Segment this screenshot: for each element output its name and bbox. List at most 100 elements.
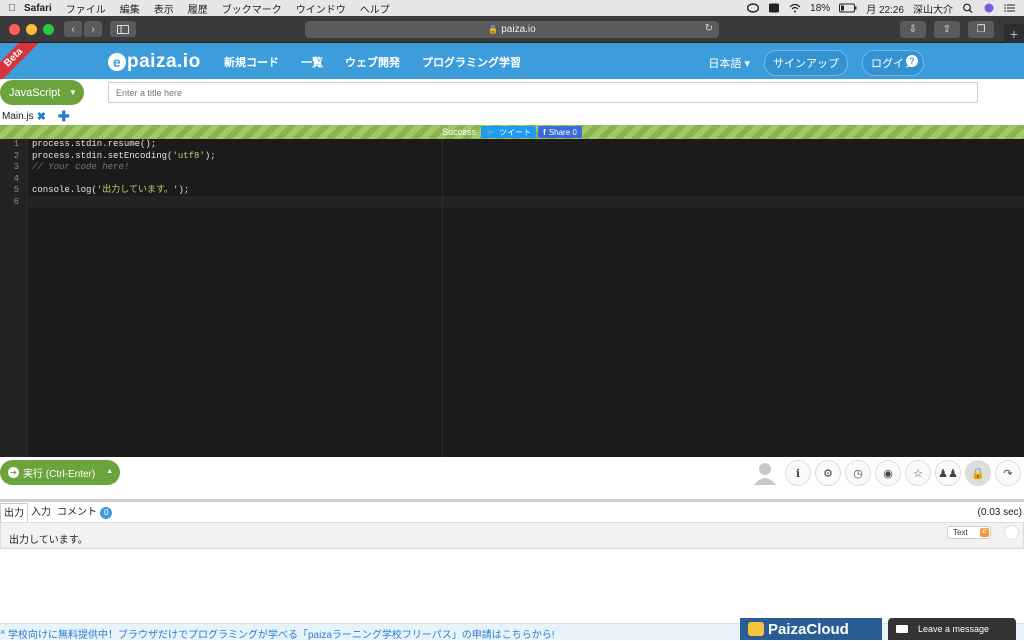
nav-list[interactable]: 一覧	[301, 54, 323, 70]
signup-button[interactable]: サインアップ	[764, 50, 848, 76]
new-tab-button[interactable]: +	[1004, 24, 1024, 44]
panel-divider[interactable]	[0, 499, 1024, 502]
caret-down-icon: ▾	[744, 58, 750, 70]
nav-web-dev[interactable]: ウェブ開発	[345, 54, 400, 70]
nav-new-code[interactable]: 新規コード	[224, 54, 279, 70]
line-number: 6	[13, 196, 19, 207]
favorite-star-icon[interactable]: ☆	[905, 460, 931, 486]
code-text: console.log(	[32, 185, 97, 195]
facebook-share-button[interactable]: f Share 0	[538, 126, 582, 138]
tab-output[interactable]: 出力	[0, 503, 28, 522]
code-string: 'utf8'	[172, 150, 205, 161]
forward-button[interactable]: ›	[84, 21, 102, 37]
code-line: process.stdin.resume();	[32, 139, 157, 149]
nav-learning[interactable]: プログラミング学習	[422, 54, 521, 70]
language-selector[interactable]: 日本語 ▾	[708, 55, 750, 71]
envelope-icon	[896, 625, 908, 633]
tab-comments[interactable]: コメント 0	[54, 503, 115, 522]
back-button[interactable]: ‹	[64, 21, 82, 37]
logo-text: paiza.io	[127, 51, 201, 72]
browser-toolbar: ‹ › 🔒 paiza.io ↻ ⇩ ⇧ ❐ +	[0, 16, 1024, 44]
menubar-user[interactable]: 深山大介	[913, 1, 953, 16]
menu-file[interactable]: ファイル	[66, 1, 106, 16]
play-icon: ➜	[8, 467, 19, 478]
output-format-select[interactable]: Text ⇵	[947, 526, 991, 539]
promo-link[interactable]: 学校向けに無料提供中！ブラウザだけでプログラミングが学べる「paizaラーニング…	[8, 626, 555, 641]
sidebar-toggle-button[interactable]	[110, 21, 136, 37]
paizacloud-banner[interactable]: PaizaCloud	[740, 618, 882, 640]
siri-icon[interactable]	[983, 3, 995, 13]
macos-menubar:  Safari ファイル 編集 表示 履歴 ブックマーク ウインドウ ヘルプ …	[0, 0, 1024, 16]
tweet-button[interactable]: 🐦 ツイート	[481, 126, 537, 138]
add-file-icon[interactable]: ✚	[58, 108, 70, 125]
close-window-button[interactable]	[9, 23, 20, 35]
leave-message-button[interactable]: Leave a message	[888, 618, 1016, 640]
code-text: );	[204, 150, 216, 161]
caret-up-icon[interactable]: ▲	[106, 468, 113, 475]
history-clock-icon[interactable]: ◷	[845, 460, 871, 486]
lock-icon[interactable]: 🔒	[965, 460, 991, 486]
line-number: 3	[13, 162, 19, 172]
downloads-button[interactable]: ⇩	[900, 21, 926, 38]
github-icon[interactable]: ◉	[875, 460, 901, 486]
collaborators-icon[interactable]: ♟♟	[935, 460, 961, 486]
line-number: 4	[13, 173, 19, 184]
tab-overview-button[interactable]: ❐	[968, 21, 994, 38]
creative-cloud-icon[interactable]	[747, 3, 760, 13]
editor-options-row: JavaScript ▼	[0, 79, 1024, 107]
user-avatar-icon[interactable]	[753, 461, 777, 485]
share-button[interactable]: ⇧	[934, 21, 960, 38]
site-logo[interactable]: e paiza.io	[108, 51, 201, 73]
comments-label: コメント	[57, 507, 97, 518]
menu-view[interactable]: 表示	[154, 1, 174, 16]
share-label: Share 0	[548, 127, 577, 137]
apple-icon[interactable]: 	[8, 3, 24, 14]
wifi-icon[interactable]	[789, 3, 801, 13]
reload-icon[interactable]: ↻	[705, 23, 713, 34]
menu-window[interactable]: ウインドウ	[296, 1, 346, 16]
tab-label: Main.js	[2, 110, 34, 122]
site-header: Beta e paiza.io 新規コード 一覧 ウェブ開発 プログラミング学習 …	[0, 43, 1024, 79]
menu-edit[interactable]: 編集	[120, 1, 140, 16]
tab-main-js[interactable]: Main.js ✖	[2, 110, 46, 123]
code-editor[interactable]: 1 2 3 4 5 6 process.stdin.resume(); proc…	[0, 139, 1024, 457]
menu-bookmarks[interactable]: ブックマーク	[222, 1, 282, 16]
code-text: );	[178, 185, 190, 195]
title-input[interactable]	[108, 82, 978, 103]
language-dropdown-button[interactable]: JavaScript ▼	[0, 80, 84, 105]
share-redirect-icon[interactable]: ↷	[995, 460, 1021, 486]
status-bar: Success 🐦 ツイート f Share 0	[0, 125, 1024, 139]
help-icon[interactable]: ?	[906, 55, 918, 67]
language-button-label: JavaScript	[9, 86, 61, 99]
close-tab-icon[interactable]: ✖	[37, 110, 46, 123]
beta-ribbon-container: Beta	[0, 43, 40, 79]
status-text: Success	[442, 127, 477, 137]
input-method-icon[interactable]	[768, 3, 780, 13]
code-string: '出力しています。'	[96, 185, 179, 195]
run-button[interactable]: ➜ 実行 (Ctrl-Enter) ▲	[0, 460, 120, 485]
menu-history[interactable]: 履歴	[188, 1, 208, 16]
tab-input[interactable]: 入力	[28, 503, 54, 522]
battery-icon[interactable]	[839, 3, 857, 13]
header-actions: 日本語 ▾ サインアップ ログイン	[708, 50, 924, 76]
output-options-button[interactable]	[1004, 525, 1019, 540]
zoom-window-button[interactable]	[43, 23, 54, 35]
notification-center-icon[interactable]	[1004, 3, 1016, 13]
leave-message-label: Leave a message	[918, 624, 990, 634]
info-icon[interactable]: ℹ	[785, 460, 811, 486]
menu-help[interactable]: ヘルプ	[360, 1, 390, 16]
spotlight-icon[interactable]	[962, 3, 974, 13]
code-line: console.log('出力しています。');	[32, 185, 1012, 197]
minimize-window-button[interactable]	[26, 23, 37, 35]
address-bar[interactable]: 🔒 paiza.io ↻	[305, 21, 719, 38]
menubar-clock[interactable]: 月 22:26	[866, 1, 904, 16]
facebook-icon: f	[543, 127, 546, 137]
twitter-icon: 🐦	[486, 127, 497, 137]
close-banner-icon[interactable]: ×	[0, 627, 5, 637]
battery-percent: 18%	[810, 2, 831, 14]
menu-app-name[interactable]: Safari	[24, 3, 52, 14]
settings-gear-icon[interactable]: ⚙	[815, 460, 841, 486]
paizacloud-label: PaizaCloud	[768, 620, 849, 638]
line-number-gutter: 1 2 3 4 5 6	[0, 139, 28, 457]
